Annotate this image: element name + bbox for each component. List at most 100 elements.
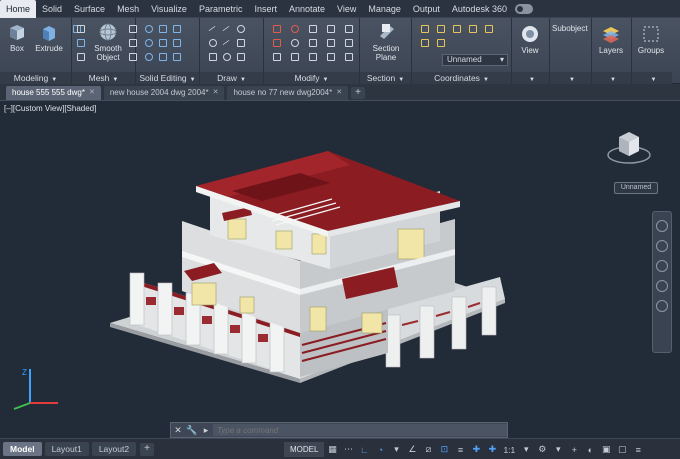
- model-space-button[interactable]: MODEL: [284, 442, 325, 457]
- chevron-down-icon[interactable]: ▾: [550, 442, 566, 457]
- grid-icon[interactable]: ▦: [324, 442, 340, 457]
- array-icon[interactable]: [306, 50, 318, 62]
- move-icon[interactable]: [270, 22, 282, 34]
- annotation-visibility-icon[interactable]: ✚: [468, 442, 484, 457]
- file-tab[interactable]: house 555 555 dwg* ✕: [6, 86, 101, 100]
- hatch-icon[interactable]: [234, 50, 246, 62]
- scale-icon[interactable]: [288, 50, 300, 62]
- tab-annotate[interactable]: Annotate: [283, 0, 331, 18]
- snap-icon[interactable]: ⋯: [340, 442, 356, 457]
- isodraft-icon[interactable]: ⧄: [420, 442, 436, 457]
- layout-tab-layout2[interactable]: Layout2: [91, 442, 137, 456]
- polar-icon[interactable]: ◔: [372, 442, 388, 457]
- panel-title-subobject-expander[interactable]: ▼: [550, 72, 591, 84]
- stretch-icon[interactable]: [270, 50, 282, 62]
- tab-view[interactable]: View: [331, 0, 362, 18]
- layers-button[interactable]: Layers: [596, 24, 626, 55]
- modify-icon[interactable]: [324, 50, 336, 62]
- ucs-icon[interactable]: [466, 22, 478, 34]
- box-button[interactable]: Box: [2, 22, 32, 53]
- object-snap-tracking-icon[interactable]: ∠: [404, 442, 420, 457]
- auto-scale-icon[interactable]: ✚: [484, 442, 500, 457]
- tab-insert[interactable]: Insert: [248, 0, 283, 18]
- ribbon-toggle-icon[interactable]: [514, 3, 533, 14]
- modify-icon[interactable]: [324, 36, 336, 48]
- annotation-scale-dropdown[interactable]: 1:1: [500, 442, 518, 457]
- close-icon[interactable]: ✕: [171, 425, 185, 436]
- tab-manage[interactable]: Manage: [362, 0, 407, 18]
- solid-edit-icon[interactable]: [170, 50, 182, 62]
- panel-title-draw[interactable]: Draw ▼: [200, 72, 263, 84]
- close-icon[interactable]: ✕: [336, 86, 342, 100]
- customize-wrench-icon[interactable]: 🔧: [185, 425, 199, 436]
- mesh-tool-icon[interactable]: [74, 36, 86, 48]
- view-button[interactable]: View: [515, 24, 545, 55]
- command-input[interactable]: [213, 424, 507, 436]
- steering-wheel-icon[interactable]: [656, 220, 668, 232]
- layout-tab-layout1[interactable]: Layout1: [44, 442, 89, 456]
- ortho-icon[interactable]: ∟: [356, 442, 372, 457]
- dynamic-ucs-icon[interactable]: ⊡: [436, 442, 452, 457]
- close-icon[interactable]: ✕: [89, 86, 95, 100]
- solid-edit-icon[interactable]: [170, 22, 182, 34]
- tab-solid[interactable]: Solid: [36, 0, 68, 18]
- close-icon[interactable]: ✕: [213, 86, 219, 100]
- drawing-viewport[interactable]: [–][Custom View][Shaded] Unnamed Z: [0, 101, 680, 438]
- circle-icon[interactable]: [206, 36, 218, 48]
- subobject-label[interactable]: Subobject: [552, 24, 588, 33]
- mesh-tool-icon[interactable]: [74, 22, 86, 34]
- line-icon[interactable]: [220, 36, 232, 48]
- panel-title-mesh[interactable]: Mesh ▼: [72, 72, 135, 84]
- rectangle-icon[interactable]: [234, 36, 246, 48]
- tab-mesh[interactable]: Mesh: [111, 0, 145, 18]
- extrude-button[interactable]: Extrude: [32, 22, 66, 53]
- panel-title-groups-expander[interactable]: ▼: [632, 72, 672, 84]
- ucs-icon[interactable]: [418, 22, 430, 34]
- showmotion-icon[interactable]: [656, 300, 668, 312]
- hardware-acceleration-icon[interactable]: ▣: [598, 442, 614, 457]
- modify-icon[interactable]: [324, 22, 336, 34]
- polyline-icon[interactable]: [206, 22, 218, 34]
- solid-edit-icon[interactable]: [156, 50, 168, 62]
- trim-icon[interactable]: [306, 22, 318, 34]
- ucs-named-dropdown[interactable]: Unnamed: [442, 54, 508, 66]
- isolate-objects-icon[interactable]: ◐: [582, 442, 598, 457]
- solid-edit-icon[interactable]: [156, 36, 168, 48]
- solid-edit-icon[interactable]: [156, 22, 168, 34]
- ucs-icon[interactable]: [482, 22, 494, 34]
- modify-icon[interactable]: [342, 36, 354, 48]
- line-icon[interactable]: [220, 22, 232, 34]
- mirror-icon[interactable]: [288, 36, 300, 48]
- subtract-icon[interactable]: [142, 36, 154, 48]
- workspace-gear-icon[interactable]: ⚙: [534, 442, 550, 457]
- viewcube-icon[interactable]: [606, 123, 652, 169]
- ucs-icon[interactable]: [434, 36, 446, 48]
- orbit-icon[interactable]: [656, 280, 668, 292]
- add-scale-icon[interactable]: +: [566, 442, 582, 457]
- osnap-icon[interactable]: ▾: [388, 442, 404, 457]
- polygon-icon[interactable]: [206, 50, 218, 62]
- panel-title-layers-expander[interactable]: ▼: [592, 72, 631, 84]
- tab-autodesk-360[interactable]: Autodesk 360: [446, 0, 513, 18]
- panel-title-solid-editing[interactable]: Solid Editing ▼: [136, 72, 199, 84]
- mesh-tool-icon[interactable]: [74, 50, 86, 62]
- panel-title-modify[interactable]: Modify ▼: [264, 72, 359, 84]
- tab-visualize[interactable]: Visualize: [145, 0, 193, 18]
- ucs-icon[interactable]: [434, 22, 446, 34]
- panel-title-coordinates[interactable]: Coordinates ▼: [412, 72, 511, 84]
- rotate-icon[interactable]: [288, 22, 300, 34]
- panel-title-view-expander[interactable]: ▼: [512, 72, 549, 84]
- tab-home[interactable]: Home: [0, 0, 37, 18]
- arc-icon[interactable]: [234, 22, 246, 34]
- tab-parametric[interactable]: Parametric: [193, 0, 249, 18]
- lineweight-icon[interactable]: ≡: [452, 442, 468, 457]
- new-layout-button[interactable]: +: [140, 442, 155, 456]
- panel-title-section[interactable]: Section ▼: [360, 72, 411, 84]
- copy-icon[interactable]: [270, 36, 282, 48]
- zoom-icon[interactable]: [656, 260, 668, 272]
- new-file-tab-button[interactable]: +: [351, 87, 366, 99]
- customization-menu-icon[interactable]: ≡: [630, 442, 646, 457]
- modify-icon[interactable]: [342, 50, 354, 62]
- ucs-icon[interactable]: [418, 36, 430, 48]
- clean-screen-icon[interactable]: ▢: [614, 442, 630, 457]
